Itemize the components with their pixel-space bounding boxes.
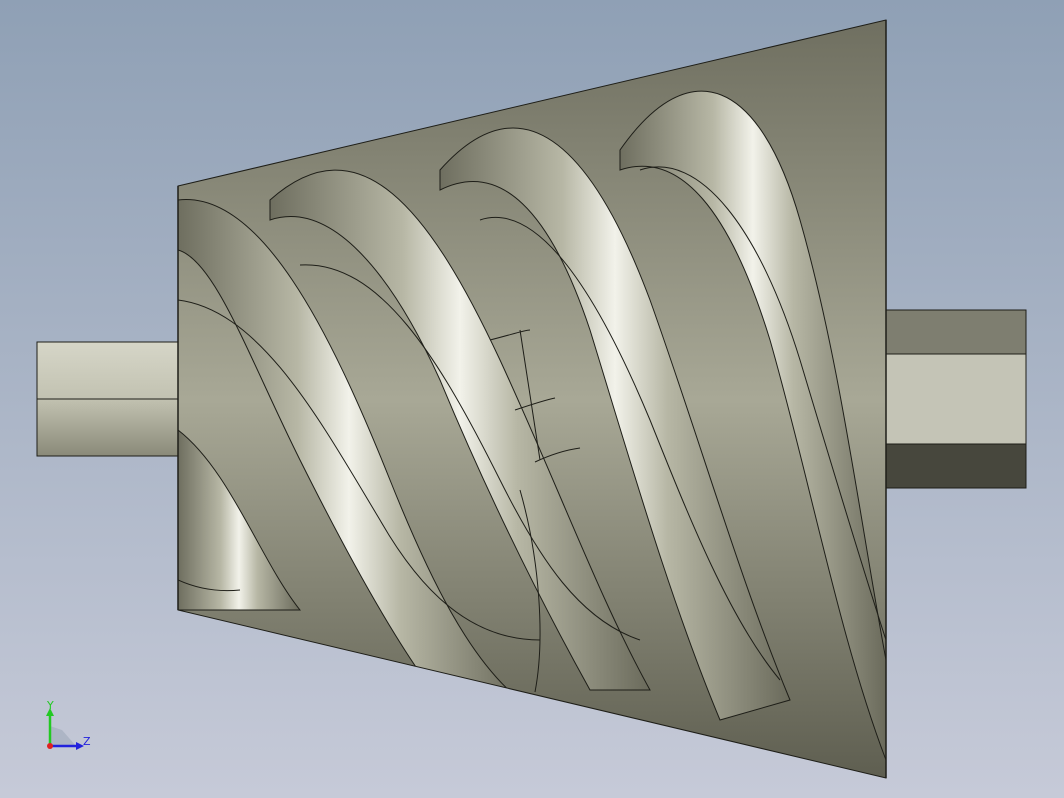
y-axis-label: Y [47,699,54,712]
3d-viewport[interactable]: Y Z [0,0,1064,798]
z-axis-label: Z [83,735,91,748]
model-view[interactable] [0,0,1064,798]
right-shaft[interactable] [883,309,1027,489]
axis-triad[interactable]: Y Z [40,700,100,760]
left-shaft[interactable] [36,341,181,457]
